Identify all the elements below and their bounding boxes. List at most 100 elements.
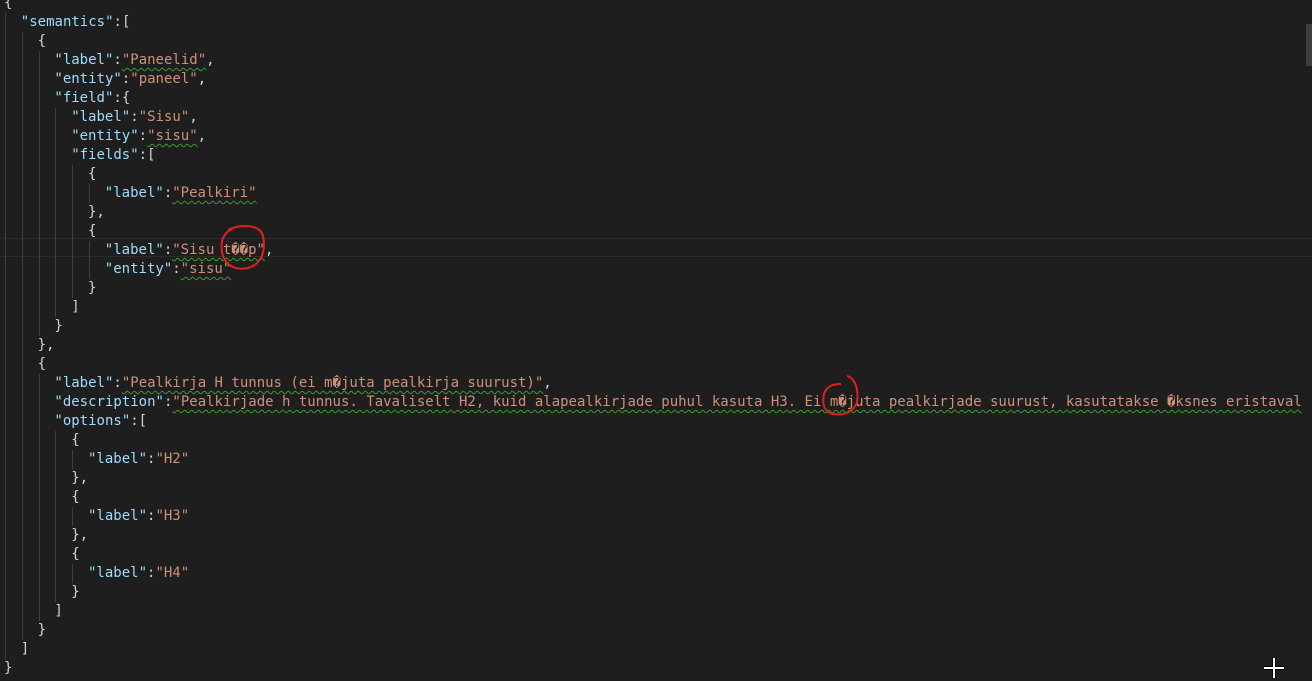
- json-key: "label": [88, 565, 148, 581]
- code-line[interactable]: }: [4, 659, 12, 678]
- json-punctuation: :: [163, 242, 173, 258]
- indent-guide: [89, 241, 90, 279]
- json-key: "label": [88, 451, 148, 467]
- json-string: "Pealkiri": [172, 185, 257, 201]
- json-key: "label": [88, 508, 148, 524]
- json-punctuation: {: [88, 223, 97, 239]
- code-line[interactable]: "semantics":[: [21, 13, 131, 32]
- json-key: "options": [54, 413, 131, 429]
- json-punctuation: }: [37, 622, 47, 638]
- json-punctuation: :: [113, 375, 122, 391]
- indent-guide: [72, 564, 74, 583]
- code-line[interactable]: },: [71, 526, 88, 545]
- json-key: "label": [104, 185, 164, 201]
- code-line[interactable]: {: [38, 32, 46, 51]
- json-punctuation: },: [71, 527, 89, 543]
- json-string: "H4": [155, 565, 190, 581]
- indent-guide: [38, 51, 40, 336]
- code-line[interactable]: "label":"Pealkiri": [105, 184, 257, 203]
- json-key: "entity": [104, 261, 173, 277]
- indent-guide: [72, 450, 74, 469]
- code-line[interactable]: "field":{: [54, 89, 130, 108]
- code-line[interactable]: "entity":"sisu": [105, 260, 231, 279]
- code-line[interactable]: "label":"Pealkirja H tunnus (ei m�juta p…: [54, 374, 551, 393]
- json-punctuation: ,: [189, 109, 198, 125]
- json-string: "Sisu t��p": [172, 242, 265, 258]
- json-punctuation: {: [88, 166, 97, 182]
- json-punctuation: {: [71, 489, 80, 505]
- code-line[interactable]: },: [38, 336, 55, 355]
- code-line[interactable]: {: [88, 222, 96, 241]
- indent-guide: [55, 431, 57, 602]
- json-key: "field": [54, 90, 114, 106]
- code-line[interactable]: ]: [71, 298, 79, 317]
- json-key: "fields": [71, 147, 139, 163]
- json-key: "description": [54, 394, 164, 410]
- json-punctuation: ]: [20, 641, 30, 657]
- json-punctuation: }: [4, 660, 13, 676]
- indent-guide: [38, 374, 40, 621]
- code-line[interactable]: "label":"Sisu t��p",: [105, 241, 274, 260]
- json-string: "paneel": [130, 71, 198, 87]
- code-line[interactable]: {: [71, 431, 79, 450]
- json-punctuation: :: [130, 109, 139, 125]
- code-line[interactable]: ]: [21, 640, 29, 659]
- code-line[interactable]: {: [88, 165, 96, 184]
- json-punctuation: ,: [197, 128, 207, 144]
- json-punctuation: {: [71, 546, 80, 562]
- json-punctuation: :{: [113, 90, 131, 106]
- code-line[interactable]: {: [71, 488, 79, 507]
- json-punctuation: },: [71, 470, 89, 486]
- code-line[interactable]: }: [38, 621, 46, 640]
- code-line[interactable]: }: [54, 317, 62, 336]
- json-key: "semantics": [20, 14, 114, 30]
- indent-guide: [5, 13, 6, 659]
- json-key: "entity": [71, 128, 139, 144]
- code-line[interactable]: }: [71, 583, 79, 602]
- json-punctuation: },: [88, 204, 105, 220]
- code-line[interactable]: ]: [54, 602, 62, 621]
- json-string: "Pealkirjade h tunnus. Tavaliselt H2, ku…: [172, 394, 1302, 410]
- json-punctuation: :: [113, 52, 122, 68]
- json-punctuation: :[: [113, 14, 131, 30]
- code-line[interactable]: "label":"H4": [88, 564, 189, 583]
- code-line[interactable]: },: [71, 469, 88, 488]
- json-punctuation: :: [172, 261, 181, 277]
- json-punctuation: ,: [543, 375, 552, 391]
- json-punctuation: {: [37, 33, 47, 49]
- json-key: "label": [54, 52, 114, 68]
- json-punctuation: :[: [130, 413, 148, 429]
- indent-guide: [72, 165, 74, 298]
- json-punctuation: {: [4, 0, 13, 11]
- code-line[interactable]: {: [38, 355, 46, 374]
- crosshair-cursor-icon: [1264, 658, 1284, 678]
- code-line[interactable]: "description":"Pealkirjade h tunnus. Tav…: [54, 393, 1301, 412]
- code-line[interactable]: {: [71, 545, 79, 564]
- json-punctuation: {: [37, 356, 47, 372]
- json-punctuation: },: [37, 337, 55, 353]
- code-line[interactable]: "options":[: [54, 412, 147, 431]
- code-line[interactable]: "label":"H3": [88, 507, 189, 526]
- code-line[interactable]: }: [88, 279, 96, 298]
- json-key: "label": [54, 375, 114, 391]
- json-key: "label": [104, 242, 164, 258]
- code-line[interactable]: "entity":"sisu",: [71, 127, 206, 146]
- json-punctuation: :: [163, 185, 173, 201]
- json-string: "Paneelid": [121, 52, 207, 68]
- code-line[interactable]: {: [4, 0, 12, 13]
- indent-guide: [72, 507, 74, 526]
- json-punctuation: ]: [71, 299, 80, 315]
- code-line[interactable]: "entity":"paneel",: [54, 70, 206, 89]
- code-line[interactable]: },: [88, 203, 105, 222]
- json-punctuation: ,: [264, 242, 274, 258]
- json-key: "entity": [54, 71, 122, 87]
- code-editor[interactable]: {"semantics":[{"label":"Paneelid", "entit…: [0, 0, 1312, 681]
- indent-guide: [55, 108, 57, 317]
- code-line[interactable]: "label":"H2": [88, 450, 189, 469]
- indent-guide: [89, 184, 90, 203]
- code-line[interactable]: "fields":[: [71, 146, 155, 165]
- json-string: "Sisu": [138, 109, 190, 125]
- code-line[interactable]: "label":"Paneelid",: [54, 51, 214, 70]
- code-line[interactable]: "label":"Sisu",: [71, 108, 197, 127]
- scrollbar-thumb[interactable]: [1306, 24, 1312, 66]
